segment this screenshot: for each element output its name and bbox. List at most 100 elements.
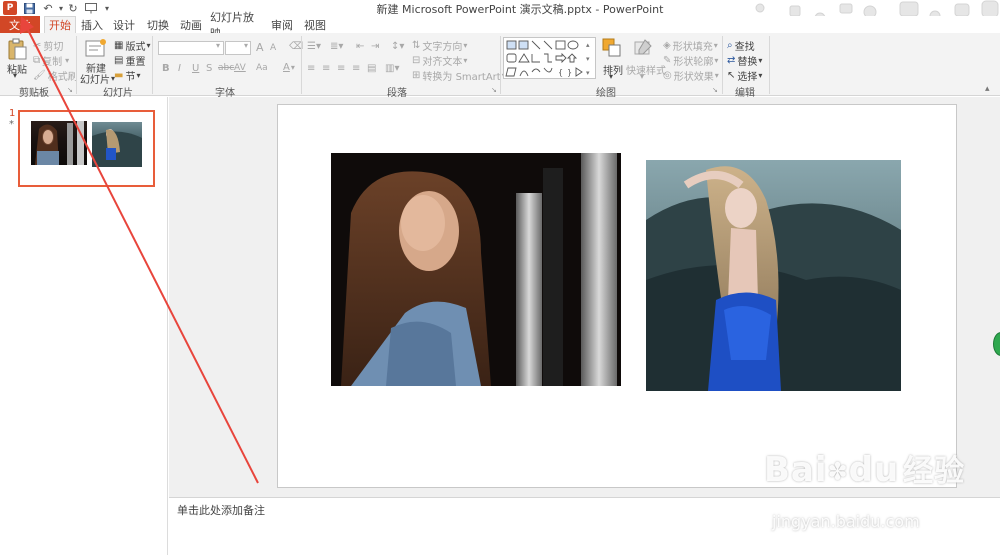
reset-icon: ▤ <box>114 55 124 66</box>
quick-styles-dropdown-icon[interactable]: ▾ <box>640 72 644 81</box>
group-label-paragraph: 段落 <box>387 88 407 99</box>
align-right-icon[interactable]: ≡ <box>337 63 345 74</box>
shrink-font-button[interactable]: A <box>270 43 276 53</box>
smartart-icon: ⊞ <box>412 70 421 81</box>
slide-photo-woman-dark[interactable] <box>331 153 621 386</box>
copy-button[interactable]: ⧉ 复制 ▾ <box>33 53 69 68</box>
customize-qat-icon[interactable]: ▾ <box>100 1 114 15</box>
select-button[interactable]: ↖ 选择 ▾ <box>727 68 762 83</box>
format-painter-button[interactable]: 🖌 格式刷 <box>33 68 78 83</box>
svg-text:}: } <box>567 68 572 77</box>
shapes-gallery[interactable]: { } <box>503 37 596 79</box>
group-label-editing: 编辑 <box>735 88 755 99</box>
tab-review[interactable]: 审阅 <box>269 16 295 33</box>
group-separator <box>76 36 77 94</box>
font-size-dropdown-icon[interactable]: ▾ <box>244 41 248 50</box>
slide-photo-woman-blue-dress[interactable] <box>646 160 901 391</box>
paint-bucket-icon: ◈ <box>663 40 671 51</box>
thumbnail-photo-2 <box>92 122 142 167</box>
font-color-button[interactable]: A ▾ <box>283 62 295 73</box>
dialog-launcher-icon[interactable]: ↘ <box>491 86 497 94</box>
section-icon: ▬ <box>114 70 124 81</box>
tab-slideshow[interactable]: 幻灯片放映 <box>210 11 262 40</box>
change-case-button[interactable]: Aa <box>256 63 268 73</box>
window-title: 新建 Microsoft PowerPoint 演示文稿.pptx - Powe… <box>376 3 664 16</box>
layout-icon: ▦ <box>114 40 124 51</box>
presentation-icon[interactable] <box>84 1 98 15</box>
reset-button[interactable]: ▤ 重置 <box>114 53 145 68</box>
dialog-launcher-icon[interactable]: ↘ <box>67 86 73 94</box>
shapes-gallery-icon: { } <box>505 40 583 77</box>
group-separator <box>769 36 770 94</box>
tab-insert[interactable]: 插入 <box>79 16 105 33</box>
gallery-more-icon[interactable]: ▾ <box>586 69 590 77</box>
cut-button[interactable]: ✂ 剪切 <box>33 38 63 53</box>
baidu-watermark: Bai✽du 经验 <box>764 450 966 490</box>
group-separator <box>301 36 302 94</box>
undo-icon[interactable]: ↶ <box>41 1 55 15</box>
dialog-launcher-icon[interactable]: ↘ <box>712 86 718 94</box>
font-name-field[interactable] <box>158 41 224 55</box>
arrange-dropdown-icon[interactable]: ▾ <box>609 72 613 81</box>
gallery-scroll-up-icon[interactable]: ▴ <box>586 41 590 49</box>
underline-button[interactable]: U <box>192 63 199 74</box>
quick-styles-icon[interactable] <box>632 37 654 59</box>
text-direction-icon: ⇅ <box>412 40 421 51</box>
find-button[interactable]: ⌕ 查找 <box>727 38 755 53</box>
tab-animations[interactable]: 动画 <box>178 16 204 33</box>
character-spacing-button[interactable]: AV <box>234 63 246 73</box>
convert-smartart-button[interactable]: ⊞转换为 SmartArt▾ <box>412 68 506 83</box>
columns-icon[interactable]: ▥▾ <box>385 63 399 74</box>
save-icon[interactable] <box>22 1 36 15</box>
group-label-font: 字体 <box>215 88 235 99</box>
paste-dropdown-icon[interactable]: ▾ <box>13 71 17 80</box>
tab-file[interactable]: 文件 <box>0 16 40 33</box>
replace-icon: ⇄ <box>727 55 736 66</box>
italic-button[interactable]: I <box>178 63 181 74</box>
notes-placeholder[interactable]: 单击此处添加备注 <box>177 502 265 518</box>
shape-outline-button[interactable]: ✎ 形状轮廓 ▾ <box>663 53 718 68</box>
increase-indent-icon[interactable]: ⇥ <box>371 41 379 52</box>
paw-icon: ✽ <box>827 457 849 486</box>
strikethrough-button[interactable]: abc <box>218 63 234 73</box>
replace-button[interactable]: ⇄ 替换 ▾ <box>727 53 762 68</box>
decrease-indent-icon[interactable]: ⇤ <box>356 41 364 52</box>
brush-icon: 🖌 <box>33 70 46 81</box>
layout-button[interactable]: ▦ 版式 ▾ <box>114 38 150 53</box>
tab-view[interactable]: 视图 <box>302 16 328 33</box>
align-center-icon[interactable]: ≡ <box>322 63 330 74</box>
distributed-icon[interactable]: ▤ <box>367 63 376 74</box>
redo-icon[interactable]: ↻ <box>66 1 80 15</box>
justify-icon[interactable]: ≡ <box>352 63 360 74</box>
section-button[interactable]: ▬ 节 ▾ <box>114 68 140 83</box>
align-text-button[interactable]: ⊟ 对齐文本 ▾ <box>412 53 467 68</box>
tab-home[interactable]: 开始 <box>44 16 76 33</box>
gallery-scroll-down-icon[interactable]: ▾ <box>586 55 590 63</box>
new-slide-icon[interactable] <box>84 37 108 59</box>
align-left-icon[interactable]: ≡ <box>307 63 315 74</box>
slide-star-marker: * <box>9 119 14 130</box>
thumbnail-photo-1 <box>31 121 87 165</box>
bold-button[interactable]: B <box>162 63 170 74</box>
scissors-icon: ✂ <box>33 40 42 51</box>
text-shadow-button[interactable]: S <box>206 63 212 74</box>
line-spacing-icon[interactable]: ↕▾ <box>391 41 404 52</box>
effects-icon: ◎ <box>663 70 672 81</box>
group-label-slides: 幻灯片 <box>103 88 133 99</box>
group-separator <box>500 36 501 94</box>
font-name-dropdown-icon[interactable]: ▾ <box>216 41 220 50</box>
group-separator <box>722 36 723 94</box>
bullets-icon[interactable]: ☰▾ <box>307 41 321 52</box>
quick-styles-button[interactable]: 快速样式 <box>626 62 666 77</box>
tab-transitions[interactable]: 切换 <box>145 16 171 33</box>
numbering-icon[interactable]: ≣▾ <box>330 41 343 52</box>
shape-effects-button[interactable]: ◎ 形状效果 ▾ <box>663 68 719 83</box>
text-direction-button[interactable]: ⇅ 文字方向 ▾ <box>412 38 467 53</box>
grow-font-button[interactable]: A <box>256 41 264 54</box>
tab-design[interactable]: 设计 <box>111 16 137 33</box>
collapse-ribbon-icon[interactable]: ▴ <box>985 84 990 94</box>
group-separator <box>152 36 153 94</box>
shape-fill-button[interactable]: ◈ 形状填充 ▾ <box>663 38 718 53</box>
paste-icon[interactable] <box>6 38 28 60</box>
arrange-icon[interactable] <box>601 37 623 59</box>
